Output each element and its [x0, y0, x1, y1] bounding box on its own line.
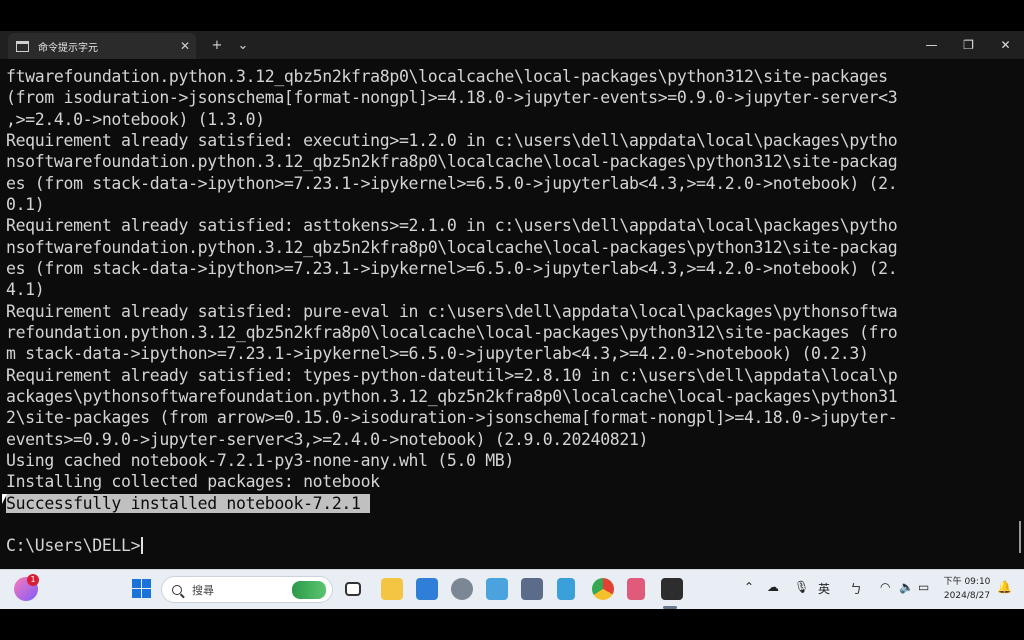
snipping-tool-icon[interactable] — [627, 578, 645, 600]
terminal-line-text: nsoftwarefoundation.python.3.12_qbz5n2kf… — [6, 237, 898, 257]
terminal-line-text: Requirement already satisfied: executing… — [6, 130, 898, 150]
taskbar: 1 搜尋 ⌃ ☁ 🎙 英 ㄅ ◠ 🔈 ▭ 下午 09:10 2024/8/27 … — [0, 569, 1024, 609]
clock-time: 下午 09:10 — [943, 577, 991, 587]
terminal-line: 0.1) — [6, 194, 1000, 215]
new-tab-button[interactable]: + — [204, 38, 230, 53]
terminal-line-text: ,>=2.4.0->notebook) (1.3.0) — [6, 109, 265, 129]
terminal-line: Requirement already satisfied: types-pyt… — [6, 365, 1000, 386]
notepad-icon[interactable] — [557, 578, 575, 600]
network-app-icon[interactable] — [521, 578, 543, 600]
terminal-line: Requirement already satisfied: pure-eval… — [6, 301, 1000, 322]
text-cursor — [141, 537, 144, 555]
terminal-line: ,>=2.4.0->notebook) (1.3.0) — [6, 109, 1000, 130]
close-button[interactable]: ✕ — [987, 38, 1024, 52]
battery-icon[interactable]: ▭ — [918, 580, 929, 594]
taskbar-search[interactable]: 搜尋 — [161, 576, 333, 603]
terminal-line: m stack-data->ipython>=7.23.1->ipykernel… — [6, 343, 1000, 364]
terminal-line: Requirement already satisfied: executing… — [6, 130, 1000, 151]
scrollbar-thumb[interactable] — [1019, 521, 1021, 553]
tab-command-prompt[interactable]: 命令提示字元 ✕ — [8, 33, 196, 59]
terminal-line-text: Successfully installed notebook-7.2.1 — [6, 493, 371, 513]
terminal-line: es (from stack-data->ipython>=7.23.1->ip… — [6, 258, 1000, 279]
clock[interactable]: 下午 09:10 2024/8/27 — [940, 575, 994, 603]
ime-mode-icon[interactable]: ㄅ — [850, 580, 862, 597]
tab-title: 命令提示字元 — [38, 42, 98, 54]
start-button[interactable] — [131, 578, 153, 600]
store-icon[interactable] — [416, 578, 438, 600]
terminal-line: 2\site-packages (from arrow>=0.15.0->iso… — [6, 407, 1000, 428]
terminal-line-text: Using cached notebook-7.2.1-py3-none-any… — [6, 450, 514, 470]
terminal-line-text: nsoftwarefoundation.python.3.12_qbz5n2kf… — [6, 152, 898, 172]
terminal-line: 4.1) — [6, 279, 1000, 300]
maximize-button[interactable]: ❐ — [950, 38, 987, 52]
terminal-line: events>=0.9.0->jupyter-server<3,>=2.4.0-… — [6, 429, 1000, 450]
ime-indicator[interactable]: 英 — [818, 580, 830, 597]
terminal-line-text: C:\Users\DELL> — [6, 536, 141, 556]
file-explorer-icon[interactable] — [381, 578, 403, 600]
terminal-line-text: events>=0.9.0->jupyter-server<3,>=2.4.0-… — [6, 429, 649, 449]
terminal-line: Requirement already satisfied: asttokens… — [6, 215, 1000, 236]
terminal-line: es (from stack-data->ipython>=7.23.1->ip… — [6, 173, 1000, 194]
terminal-line: (from isoduration->jsonschema[format-non… — [6, 87, 1000, 108]
search-icon — [172, 584, 182, 595]
terminal-line-text: es (from stack-data->ipython>=7.23.1->ip… — [6, 258, 898, 278]
notification-bell-icon[interactable]: 🔔 — [997, 580, 1012, 594]
terminal-line-text: ftwarefoundation.python.3.12_qbz5n2kfra8… — [6, 67, 888, 86]
volume-icon[interactable]: 🔈 — [899, 580, 914, 594]
terminal-line-text: m stack-data->ipython>=7.23.1->ipykernel… — [6, 344, 869, 364]
mouse-pointer-icon — [2, 494, 7, 504]
terminal-line-text: es (from stack-data->ipython>=7.23.1->ip… — [6, 173, 898, 193]
terminal-line-text: Requirement already satisfied: asttokens… — [6, 216, 898, 236]
terminal-line-text: 2\site-packages (from arrow>=0.15.0->iso… — [6, 408, 898, 428]
settings-icon[interactable] — [451, 578, 473, 600]
terminal-line-text: refoundation.python.3.12_qbz5n2kfra8p0\l… — [6, 322, 898, 342]
terminal-output[interactable]: ftwarefoundation.python.3.12_qbz5n2kfra8… — [0, 59, 1024, 569]
terminal-icon — [16, 40, 29, 52]
photos-icon[interactable] — [486, 578, 508, 600]
terminal-lines: ftwarefoundation.python.3.12_qbz5n2kfra8… — [6, 66, 1000, 557]
terminal-line-text: 0.1) — [6, 194, 45, 214]
top-letterbox — [0, 0, 1024, 31]
terminal-line-text: Requirement already satisfied: pure-eval… — [6, 301, 898, 321]
terminal-line: Installing collected packages: notebook — [6, 471, 1000, 492]
terminal-line-text: ackages\pythonsoftwarefoundation.python.… — [6, 386, 898, 406]
terminal-line: refoundation.python.3.12_qbz5n2kfra8p0\l… — [6, 322, 1000, 343]
terminal-line: Using cached notebook-7.2.1-py3-none-any… — [6, 450, 1000, 471]
bottom-letterbox — [0, 609, 1024, 640]
terminal-line-text: 4.1) — [6, 280, 45, 300]
search-input[interactable]: 搜尋 — [192, 582, 214, 598]
terminal-line: Successfully installed notebook-7.2.1 — [6, 493, 1000, 514]
task-view-icon[interactable] — [345, 582, 361, 596]
terminal-line: nsoftwarefoundation.python.3.12_qbz5n2kf… — [6, 151, 1000, 172]
tab-close-icon[interactable]: ✕ — [174, 39, 196, 53]
terminal-taskbar-icon[interactable] — [661, 578, 683, 600]
notification-badge: 1 — [27, 574, 39, 586]
title-bar: 命令提示字元 ✕ + ⌄ — ❐ ✕ — [0, 31, 1024, 59]
chrome-icon[interactable] — [592, 578, 614, 600]
terminal-line-text: Requirement already satisfied: types-pyt… — [6, 365, 898, 385]
terminal-line: ftwarefoundation.python.3.12_qbz5n2kfra8… — [6, 66, 1000, 87]
terminal-line: ackages\pythonsoftwarefoundation.python.… — [6, 386, 1000, 407]
cloud-icon[interactable]: ☁ — [767, 580, 779, 594]
tab-dropdown-icon[interactable]: ⌄ — [230, 38, 256, 53]
terminal-line-text: Installing collected packages: notebook — [6, 472, 380, 492]
clock-date: 2024/8/27 — [943, 591, 991, 601]
minimize-button[interactable]: — — [913, 38, 950, 52]
terminal-line-text: (from isoduration->jsonschema[format-non… — [6, 88, 898, 108]
chevron-up-icon[interactable]: ⌃ — [744, 580, 754, 594]
wifi-icon[interactable]: ◠ — [880, 580, 890, 594]
window-controls: — ❐ ✕ — [913, 38, 1024, 52]
search-highlight-icon — [292, 581, 326, 599]
microphone-icon[interactable]: 🎙 — [794, 580, 809, 594]
terminal-line: nsoftwarefoundation.python.3.12_qbz5n2kf… — [6, 237, 1000, 258]
terminal-line: C:\Users\DELL> — [6, 535, 1000, 556]
